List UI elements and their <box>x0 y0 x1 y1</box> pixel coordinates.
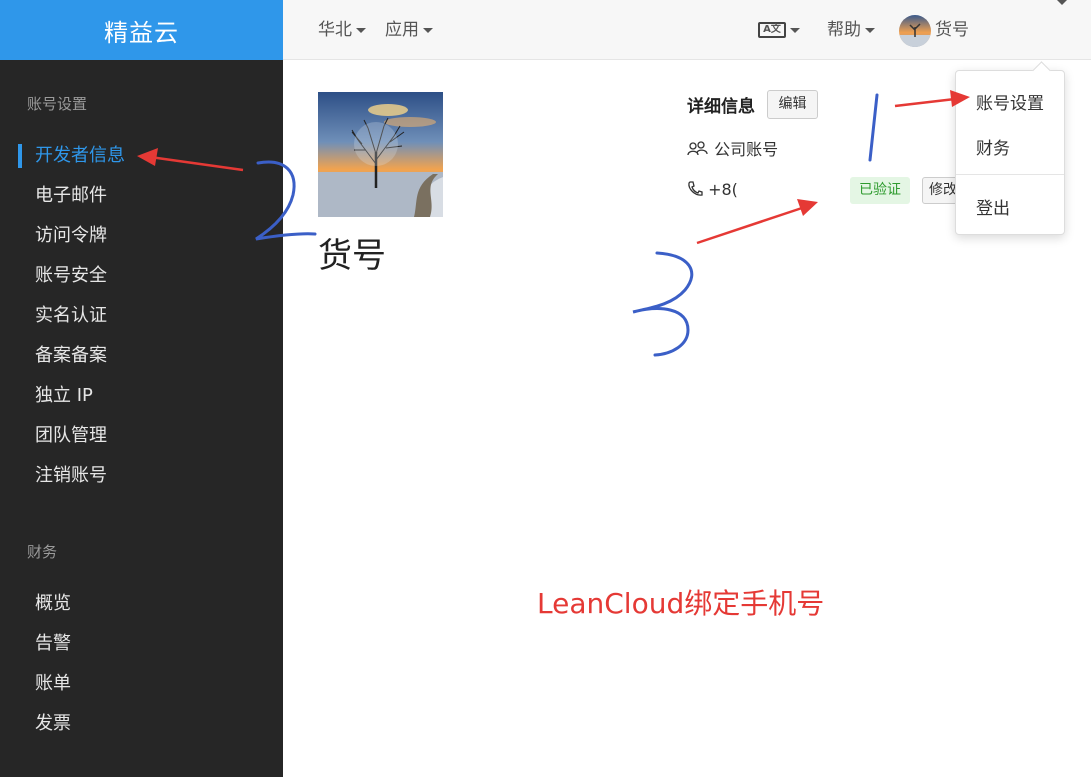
sidebar-group-title-account: 账号设置 <box>27 95 88 113</box>
sidebar-item-invoices[interactable]: 发票 <box>0 704 283 744</box>
chevron-down-icon <box>356 27 366 33</box>
sidebar-item-developer-info[interactable]: 开发者信息 <box>0 136 283 176</box>
language-dropdown[interactable]: A文 <box>758 0 800 60</box>
sidebar-group-title-finance: 财务 <box>27 543 58 561</box>
user-avatar[interactable] <box>899 15 931 47</box>
user-name: 货号 <box>935 20 969 40</box>
profile-photo <box>318 92 443 217</box>
region-dropdown[interactable]: 华北 <box>318 0 366 60</box>
sidebar-item-filing[interactable]: 备案备案 <box>0 336 283 376</box>
region-label: 华北 <box>318 20 352 40</box>
phone-number: +8( <box>687 180 738 199</box>
sidebar-item-delete-account[interactable]: 注销账号 <box>0 456 283 496</box>
brand-logo[interactable]: 精益云 <box>0 0 283 60</box>
chevron-down-icon <box>790 27 800 33</box>
help-label: 帮助 <box>827 20 861 40</box>
user-dropdown-menu: 账号设置 财务 登出 <box>955 70 1065 235</box>
apps-label: 应用 <box>385 20 419 40</box>
detail-info-title: 详细信息 <box>687 97 755 117</box>
chevron-down-icon <box>423 27 433 33</box>
sidebar-item-bills[interactable]: 账单 <box>0 664 283 704</box>
users-icon <box>687 141 708 156</box>
sidebar-group-account: 开发者信息 电子邮件 访问令牌 账号安全 实名认证 备案备案 独立 IP 团队管… <box>0 136 283 496</box>
dropdown-item-logout[interactable]: 登出 <box>976 194 1010 219</box>
chevron-down-icon <box>1057 0 1067 5</box>
account-type: 公司账号 <box>687 136 778 160</box>
help-dropdown[interactable]: 帮助 <box>827 0 875 60</box>
top-navbar: 华北 应用 A文 帮助 货号 <box>283 0 1091 60</box>
verified-badge: 已验证 <box>850 177 910 204</box>
sidebar-item-team[interactable]: 团队管理 <box>0 416 283 456</box>
chevron-down-icon <box>865 27 875 33</box>
phone-number-text: +8( <box>708 180 738 199</box>
dropdown-item-account-settings[interactable]: 账号设置 <box>976 89 1044 114</box>
dropdown-item-finance[interactable]: 财务 <box>976 134 1010 159</box>
sidebar-item-dedicated-ip[interactable]: 独立 IP <box>0 376 283 416</box>
sidebar: 精益云 账号设置 开发者信息 电子邮件 访问令牌 账号安全 实名认证 备案备案 … <box>0 0 283 777</box>
dropdown-divider <box>956 174 1064 175</box>
sidebar-item-account-security[interactable]: 账号安全 <box>0 256 283 296</box>
sidebar-group-finance: 概览 告警 账单 发票 <box>0 584 283 744</box>
account-type-label: 公司账号 <box>714 140 779 159</box>
user-menu-toggle[interactable]: 货号 <box>935 0 1067 60</box>
sidebar-item-access-token[interactable]: 访问令牌 <box>0 216 283 256</box>
annotation-caption: LeanCloud绑定手机号 <box>537 587 825 620</box>
profile-username: 货号 <box>318 236 386 276</box>
sidebar-item-email[interactable]: 电子邮件 <box>0 176 283 216</box>
sidebar-item-real-name[interactable]: 实名认证 <box>0 296 283 336</box>
edit-profile-button[interactable]: 编辑 <box>767 90 818 119</box>
sidebar-item-overview[interactable]: 概览 <box>0 584 283 624</box>
translate-icon: A文 <box>758 22 786 38</box>
phone-icon <box>688 181 703 196</box>
apps-dropdown[interactable]: 应用 <box>385 0 433 60</box>
sidebar-item-alerts[interactable]: 告警 <box>0 624 283 664</box>
